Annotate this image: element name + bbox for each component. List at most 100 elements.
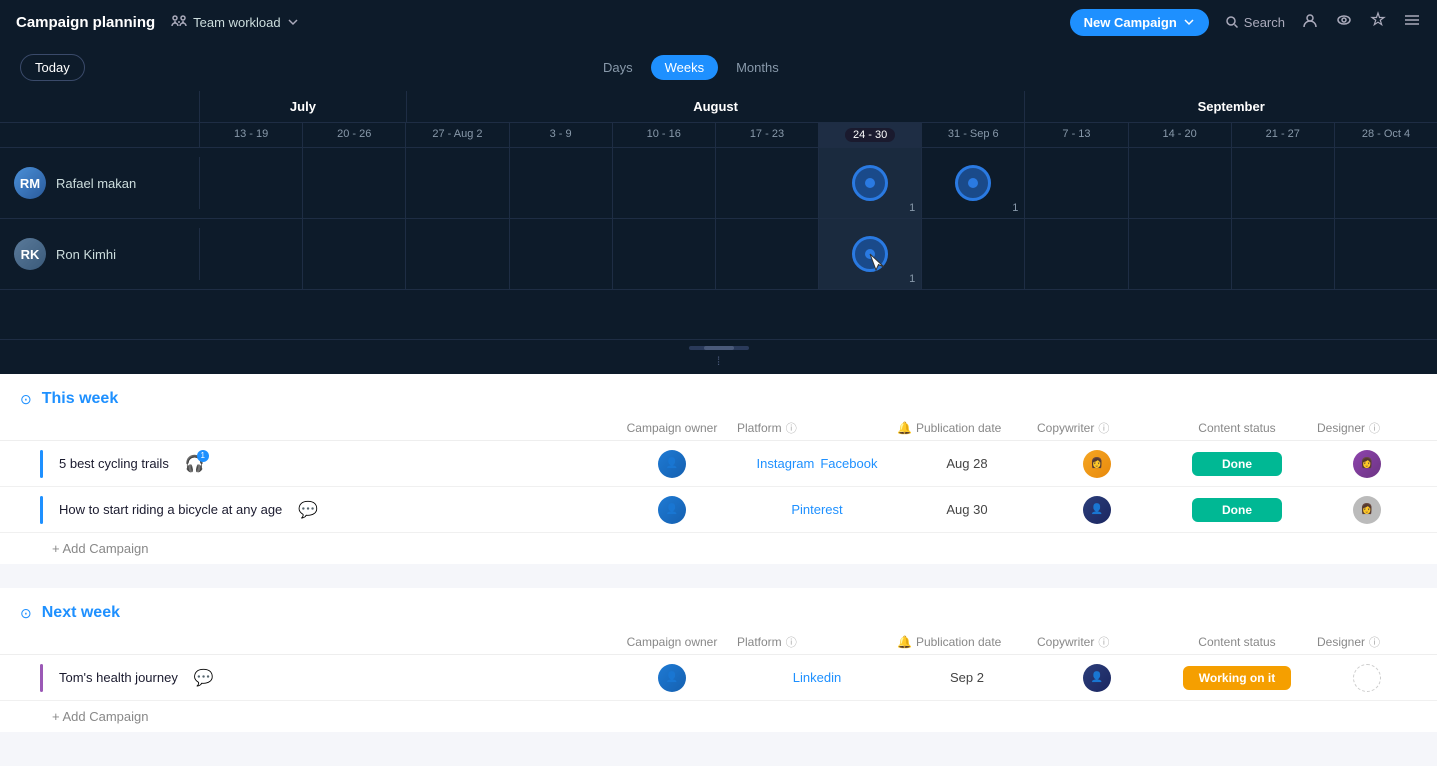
next-week-chevron[interactable]: ⊙ [20,605,32,622]
campaign-title-bicycle[interactable]: How to start riding a bicycle at any age [59,502,282,517]
weeks-tab[interactable]: Weeks [651,55,719,80]
copywriter-info-icon-nw: ⓘ [1098,634,1109,650]
cell-rk-6-dot[interactable]: 1 [819,219,922,289]
col-header-pubdate: 🔔 Publication date [897,421,1037,435]
pinterest-link-2[interactable]: Pinterest [791,502,842,517]
week-col-2: 27 - Aug 2 [406,123,509,147]
cell-rk-0 [200,219,303,289]
week-col-3: 3 - 9 [510,123,613,147]
cell-r-0 [200,148,303,218]
cell-r-8 [1025,148,1128,218]
this-week-add-campaign[interactable]: + Add Campaign [0,533,1437,564]
comment-icon-2[interactable]: 💬 [298,500,318,520]
comment-icon-tom[interactable]: 💬 [194,668,214,688]
col-header-owner-nw: Campaign owner [607,635,737,649]
status-badge-1[interactable]: Done [1192,452,1282,476]
cell-r-2 [406,148,509,218]
cell-rk-11 [1335,219,1437,289]
status-badge-2[interactable]: Done [1192,498,1282,522]
cell-r-7-dot[interactable]: 1 [922,148,1025,218]
platform-col-2: Pinterest [737,502,897,517]
cell-rk-10 [1232,219,1335,289]
linkedin-link-tom[interactable]: Linkedin [793,670,841,685]
copywriter-avatar-1: 👩 [1083,450,1111,478]
view-tabs: Days Weeks Months [589,55,793,80]
user-icon-button[interactable] [1301,11,1319,34]
cell-r-1 [303,148,406,218]
next-week-add-campaign[interactable]: + Add Campaign [0,701,1437,732]
week-headers: 13 - 19 20 - 26 27 - Aug 2 3 - 9 10 - 16… [0,123,1437,148]
copywriter-info-icon: ⓘ [1098,420,1109,436]
cell-count-rk6: 1 [909,273,915,285]
cell-rk-5 [716,219,819,289]
this-week-campaign-row-2: How to start riding a bicycle at any age… [0,487,1437,533]
cell-rk-9 [1129,219,1232,289]
top-nav: Campaign planning Team workload New Camp… [0,0,1437,44]
status-col-tom: Working on it [1157,666,1317,690]
designer-col-1: 👩 [1317,450,1417,478]
designer-info-icon-nw: ⓘ [1369,634,1380,650]
months-tab[interactable]: Months [722,55,793,80]
team-workload-button[interactable]: Team workload [171,14,298,30]
col-owner-label-nw: Campaign owner [627,635,718,649]
menu-icon-button[interactable] [1403,11,1421,34]
search-button[interactable]: Search [1225,15,1285,30]
next-week-col-headers: Campaign owner Platform ⓘ 🔔 Publication … [0,630,1437,655]
pin-icon-button[interactable] [1369,11,1387,34]
owner-avatar-tom: 👤 [658,664,686,692]
designer-info-icon: ⓘ [1369,420,1380,436]
campaign-name-cycling: 5 best cycling trails 🎧 1 [40,450,607,478]
copywriter-avatar-2: 👤 [1083,496,1111,524]
cell-r-4 [613,148,716,218]
week-col-9: 14 - 20 [1129,123,1232,147]
eye-icon-button[interactable] [1335,11,1353,34]
notification-icon-wrapper-1: 🎧 1 [185,454,205,474]
avatar-rafael: RM [14,167,46,199]
copywriter-col-tom: 👤 [1037,664,1157,692]
instagram-link-1[interactable]: Instagram [757,456,815,471]
drag-handle[interactable]: ⁞ [717,354,720,368]
col-status-label: Content status [1198,421,1275,435]
month-september: September [1025,91,1437,122]
col-designer-label: Designer [1317,421,1365,435]
campaign-title-cycling[interactable]: 5 best cycling trails [59,456,169,471]
week-cells-ron: 1 [200,219,1437,289]
avatar-ron: RK [14,238,46,270]
cell-r-6-dot[interactable]: 1 [819,148,922,218]
cell-rk-4 [613,219,716,289]
platform-col-tom: Linkedin [737,670,897,685]
days-tab[interactable]: Days [589,55,647,80]
campaign-title-tom[interactable]: Tom's health journey [59,670,178,685]
cell-count-r6: 1 [909,202,915,214]
owner-col-tom: 👤 [607,664,737,692]
pin-icon [1369,11,1387,29]
copywriter-col-2: 👤 [1037,496,1157,524]
user-icon [1301,11,1319,29]
this-week-title: This week [42,390,118,408]
pubdate-col-tom: Sep 2 [897,670,1037,685]
col-copywriter-label-nw: Copywriter [1037,635,1094,649]
col-header-pubdate-nw: 🔔 Publication date [897,635,1037,649]
today-button[interactable]: Today [20,54,85,81]
active-week-badge: 24 - 30 [845,128,895,142]
cell-rk-7 [922,219,1025,289]
col-platform-label: Platform [737,421,782,435]
pubdate-value-tom: Sep 2 [950,670,984,685]
col-copywriter-label: Copywriter [1037,421,1094,435]
calendar-section: Today Days Weeks Months July August Sept… [0,44,1437,374]
person-name-ron: Ron Kimhi [56,247,116,262]
scroll-thumb [704,346,734,350]
facebook-link-1[interactable]: Facebook [820,456,877,471]
next-week-header: ⊙ Next week [0,588,1437,630]
owner-col-1: 👤 [607,450,737,478]
new-campaign-button[interactable]: New Campaign [1070,9,1209,36]
col-header-copywriter-nw: Copywriter ⓘ [1037,634,1157,650]
cell-r-5 [716,148,819,218]
cell-r-3 [510,148,613,218]
this-week-header: ⊙ This week [0,374,1437,416]
this-week-chevron[interactable]: ⊙ [20,391,32,408]
status-badge-tom[interactable]: Working on it [1183,666,1291,690]
col-header-designer-nw: Designer ⓘ [1317,634,1417,650]
cell-rk-3 [510,219,613,289]
person-row-rafael: RM Rafael makan 1 1 [0,148,1437,219]
